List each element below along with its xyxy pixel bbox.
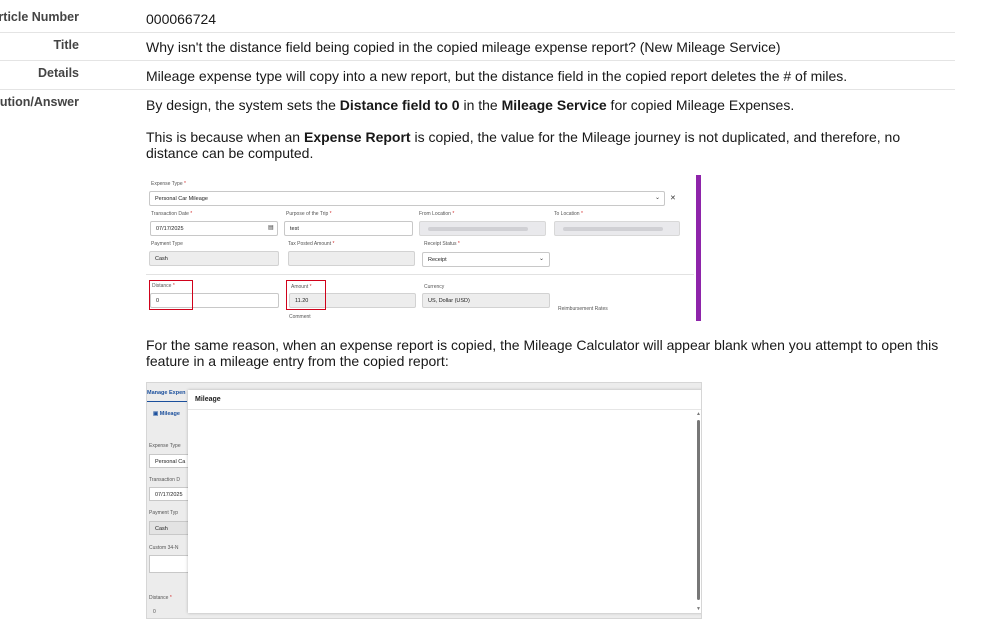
bg-transaction-date-input[interactable]: 07/17/2025 [149, 487, 189, 501]
bg-distance-label: Distance * [149, 595, 172, 601]
mileage-link[interactable]: ▣ Mileage [153, 411, 180, 417]
amount-highlight-box [286, 280, 326, 310]
expense-type-select[interactable]: Personal Car Mileage [149, 191, 665, 206]
payment-type-label: Payment Type [151, 241, 183, 247]
transaction-date-label: Transaction Date * [151, 211, 193, 217]
article-number-row: Article Number 000066724 [0, 3, 955, 33]
resolution-p1-text-1: By design, the system sets the [146, 97, 340, 113]
resolution-p2-bold-1: Expense Report [303, 129, 411, 145]
resolution-paragraph-3: For the same reason, when an expense rep… [146, 337, 939, 369]
bg-distance-value: 0 [153, 609, 156, 615]
to-location-label: To Location * [554, 211, 583, 217]
expense-form-screenshot: Expense Type * Personal Car Mileage ⌄ ✕ … [146, 175, 701, 321]
from-location-label: From Location * [419, 211, 455, 217]
purpose-input[interactable]: test [284, 221, 413, 236]
close-icon[interactable]: ✕ [670, 194, 676, 202]
details-value: Mileage expense type will copy into a ne… [146, 68, 848, 84]
mileage-icon: ▣ [153, 411, 159, 417]
calendar-icon[interactable]: ▤ [268, 224, 274, 231]
payment-type-input: Cash [149, 251, 279, 266]
modal-divider [188, 409, 701, 410]
bg-payment-type-label: Payment Typ [149, 510, 179, 516]
active-tab-underline [147, 401, 187, 402]
chevron-down-icon: ⌄ [539, 256, 545, 262]
resolution-p1-text-3: for copied Mileage Expenses. [606, 97, 795, 113]
title-label: Title [53, 38, 79, 52]
chevron-down-icon: ⌄ [655, 195, 661, 201]
bg-custom-label: Custom 34-N [149, 545, 179, 551]
tax-posted-label: Tax Posted Amount * [288, 241, 335, 247]
article-number-value: 000066724 [146, 11, 217, 27]
currency-label: Currency [424, 284, 445, 290]
title-row: Title Why isn't the distance field being… [0, 33, 955, 61]
form-divider [146, 274, 694, 275]
currency-input: US, Dollar (USD) [422, 293, 550, 308]
title-value: Why isn't the distance field being copie… [146, 39, 781, 55]
mileage-calculator-screenshot: Manage Expen ▣ Mileage Expense Type Pers… [146, 382, 702, 619]
resolution-p1-bold-1: Distance field to 0 [339, 97, 460, 113]
from-location-input[interactable] [419, 221, 546, 236]
resolution-label: Resolution/Answer [0, 95, 79, 109]
expense-type-label: Expense Type * [151, 181, 186, 187]
resolution-p1-text-2: in the [459, 97, 502, 113]
mileage-calculator-modal: Mileage ▲ ▼ [188, 390, 701, 613]
bg-expense-type-input[interactable]: Personal Ca [149, 454, 189, 468]
bg-payment-type-input: Cash [149, 521, 189, 535]
purple-accent-bar [696, 175, 701, 321]
bg-expense-type-label: Expense Type [149, 443, 181, 449]
receipt-status-label: Receipt Status * [424, 241, 460, 247]
resolution-p2-text-1: This is because when an [146, 129, 304, 145]
tax-posted-input [288, 251, 415, 266]
receipt-status-select[interactable]: Receipt [422, 252, 550, 267]
details-row: Details Mileage expense type will copy i… [0, 61, 955, 90]
resolution-paragraph-2: This is because when an Expense Report i… [146, 129, 951, 161]
modal-scrollbar-thumb[interactable] [697, 420, 700, 600]
bg-transaction-date-label: Transaction D [149, 477, 180, 483]
resolution-paragraph-1: By design, the system sets the Distance … [146, 97, 951, 113]
resolution-p1-bold-2: Mileage Service [501, 97, 607, 113]
scroll-up-arrow-icon[interactable]: ▲ [696, 412, 701, 417]
article-number-label: Article Number [0, 10, 79, 24]
comment-label: Comment [289, 314, 311, 320]
distance-highlight-box [149, 280, 193, 310]
bg-custom-input[interactable] [149, 555, 189, 573]
transaction-date-input[interactable]: 07/17/2025 [150, 221, 278, 236]
details-label: Details [38, 66, 79, 80]
scroll-down-arrow-icon[interactable]: ▼ [696, 607, 701, 612]
tab-manage-expenses[interactable]: Manage Expen [147, 390, 186, 396]
reimbursement-rates-label[interactable]: Reimbursement Rates [558, 306, 608, 312]
modal-title: Mileage [195, 396, 221, 403]
purpose-label: Purpose of the Trip * [286, 211, 332, 217]
background-form: Manage Expen ▣ Mileage Expense Type Pers… [147, 383, 189, 618]
to-location-input[interactable] [554, 221, 680, 236]
